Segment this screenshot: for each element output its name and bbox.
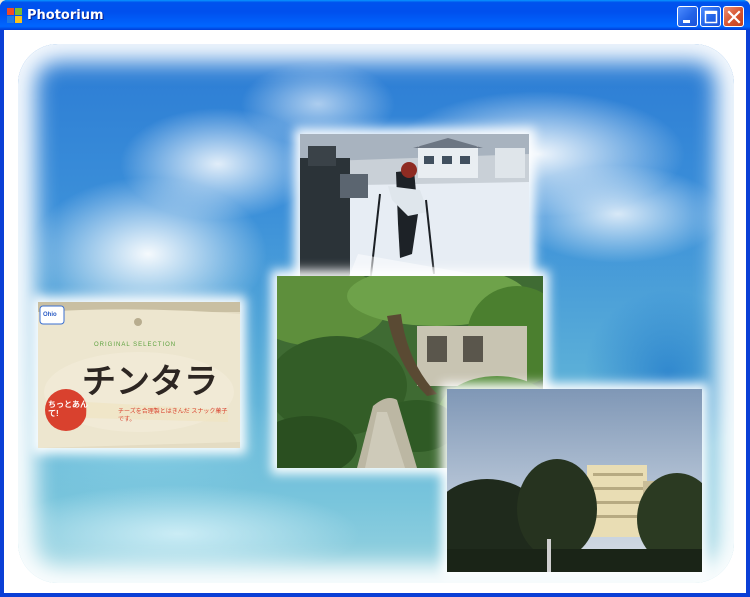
maximize-icon — [704, 10, 718, 24]
package-note: チーズを合理製とはきんだ スナック菓子です。 — [118, 409, 228, 423]
brand-logo: Ohio — [43, 312, 57, 318]
ski-slope-photo[interactable] — [300, 134, 529, 299]
photorium-window: Photorium Ohio ORIGINAL SELECTION チンタラ ち… — [0, 0, 750, 597]
maximize-button[interactable] — [700, 6, 721, 27]
photorium-app-icon[interactable] — [7, 8, 22, 23]
package-badge: ちっとあんて! — [48, 400, 88, 418]
package-line: ORIGINAL SELECTION — [94, 342, 177, 348]
window-title: Photorium — [27, 8, 104, 23]
close-button[interactable] — [723, 6, 744, 27]
minimize-button[interactable] — [677, 6, 698, 27]
building-trees-photo[interactable] — [447, 389, 702, 572]
close-icon — [727, 10, 741, 24]
snack-package-photo[interactable]: Ohio ORIGINAL SELECTION チンタラ ちっとあんて! チーズ… — [38, 302, 240, 448]
package-product-name: チンタラ — [82, 362, 218, 402]
title-bar[interactable]: Photorium — [0, 0, 750, 30]
minimize-icon — [683, 20, 690, 23]
photo-canvas[interactable]: Ohio ORIGINAL SELECTION チンタラ ちっとあんて! チーズ… — [4, 30, 746, 593]
